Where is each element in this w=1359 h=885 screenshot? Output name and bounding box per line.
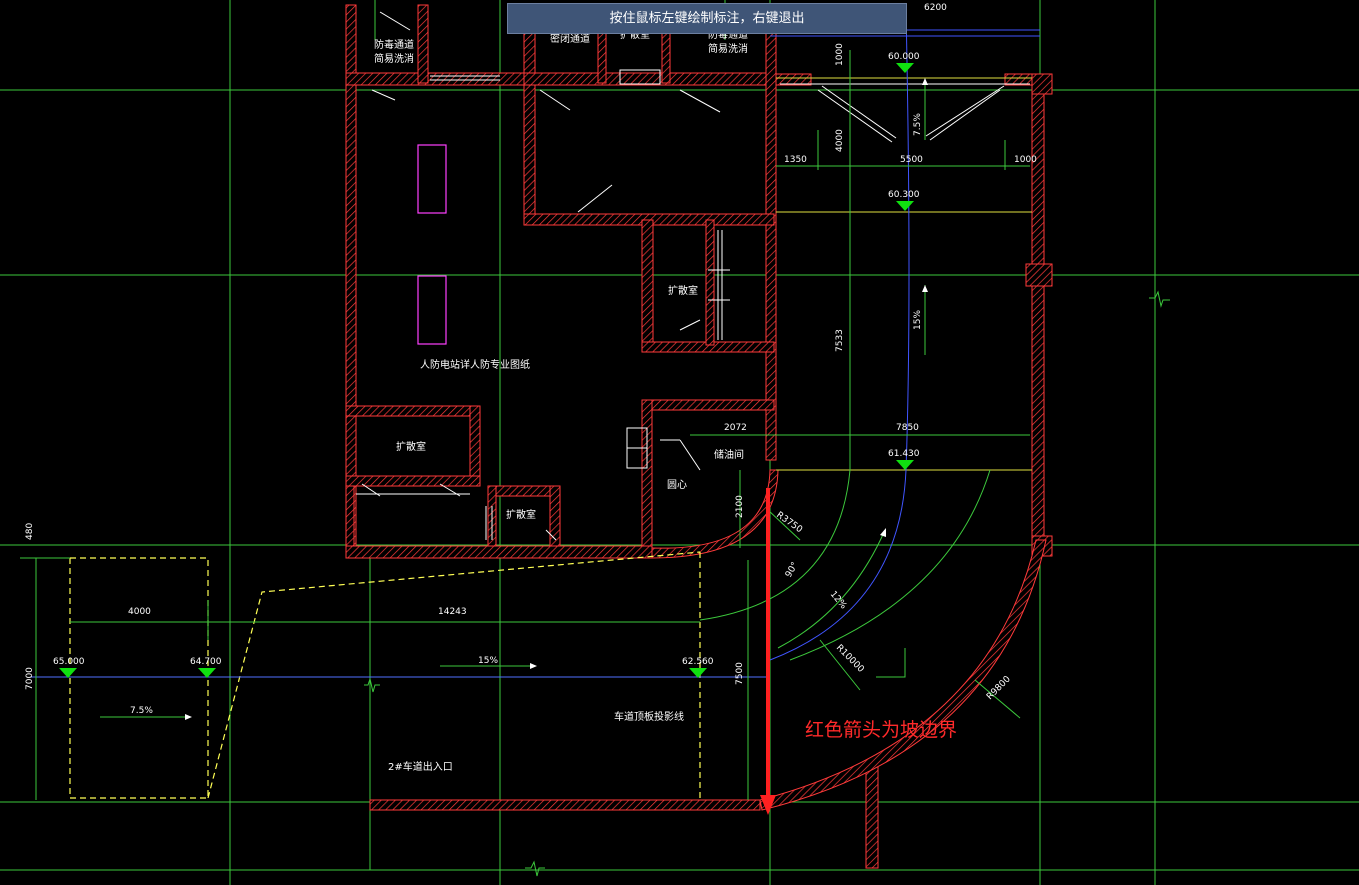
room-label: 扩散室: [506, 508, 536, 521]
cad-canvas[interactable]: 防毒通道 简易洗消 密闭通道 扩散室 防毒通道 简易洗消 扩散室 人防电站详人防…: [0, 0, 1359, 885]
dim-text: 4000: [128, 607, 151, 617]
slope-boundary-arrow: [760, 488, 776, 815]
dim-text: 6200: [924, 3, 947, 13]
dim-text: 14243: [438, 607, 467, 617]
slope-arrows: [185, 78, 928, 720]
yellow-lines: [776, 77, 1032, 471]
level-marker-60300: [896, 201, 914, 211]
slope-text: 15%: [478, 656, 498, 666]
level-text: 65.000: [53, 657, 85, 667]
dim-text: 4000: [835, 129, 845, 152]
dim-text: 7500: [735, 662, 745, 685]
cad-drawing[interactable]: 防毒通道 简易洗消 密闭通道 扩散室 防毒通道 简易洗消 扩散室 人防电站详人防…: [0, 0, 1359, 885]
slope-boundary-note: 红色箭头为坡边界: [805, 719, 957, 741]
equipment-blocks: [417, 144, 447, 345]
slope-text: 7.5%: [913, 113, 923, 136]
level-text: 64.700: [190, 657, 222, 667]
level-marker-61430: [896, 460, 914, 470]
dim-text: 2072: [724, 423, 747, 433]
room-label: 扩散室: [396, 440, 426, 453]
curved-walls: [651, 469, 1047, 811]
dim-text: 90°: [784, 561, 801, 580]
room-label: 储油间: [714, 448, 744, 461]
command-tooltip: 按住鼠标左键绘制标注，右键退出: [507, 3, 907, 34]
dim-text: 1000: [1014, 155, 1037, 165]
slope-text: 7.5%: [130, 706, 153, 716]
room-label: 简易洗消: [708, 42, 748, 55]
level-text: 60.000: [888, 52, 920, 62]
dim-text: R3750: [774, 510, 804, 535]
level-marker-60000: [896, 63, 914, 73]
room-label: 简易洗消: [374, 52, 414, 65]
dim-text: 7000: [25, 667, 35, 690]
level-text: 60.300: [888, 190, 920, 200]
room-label: 2#车道出入口: [388, 760, 453, 773]
dim-text: 480: [25, 523, 35, 540]
projection-dashed: [69, 551, 701, 800]
dim-text: 1000: [835, 43, 845, 66]
room-label: 圆心: [667, 479, 687, 491]
room-label: 人防电站详人防专业图纸: [420, 358, 530, 371]
room-label: 车道顶板投影线: [614, 710, 684, 723]
internal-details: [356, 11, 1030, 541]
slope-text: 15%: [913, 310, 923, 330]
level-text: 61.430: [888, 449, 920, 459]
room-label: 扩散室: [668, 284, 698, 297]
level-text: 62.560: [682, 657, 714, 667]
dim-text: 2100: [735, 495, 745, 518]
dim-text: R9800: [985, 674, 1013, 702]
dim-text: 7533: [835, 329, 845, 352]
dim-text: 7850: [896, 423, 919, 433]
dim-text: 1350: [784, 155, 807, 165]
dim-text: R10000: [834, 643, 866, 675]
slope-text: 12%: [828, 590, 849, 612]
grid-lines: [0, 0, 1359, 885]
room-label: 防毒通道: [374, 38, 414, 51]
dim-text: 5500: [900, 155, 923, 165]
